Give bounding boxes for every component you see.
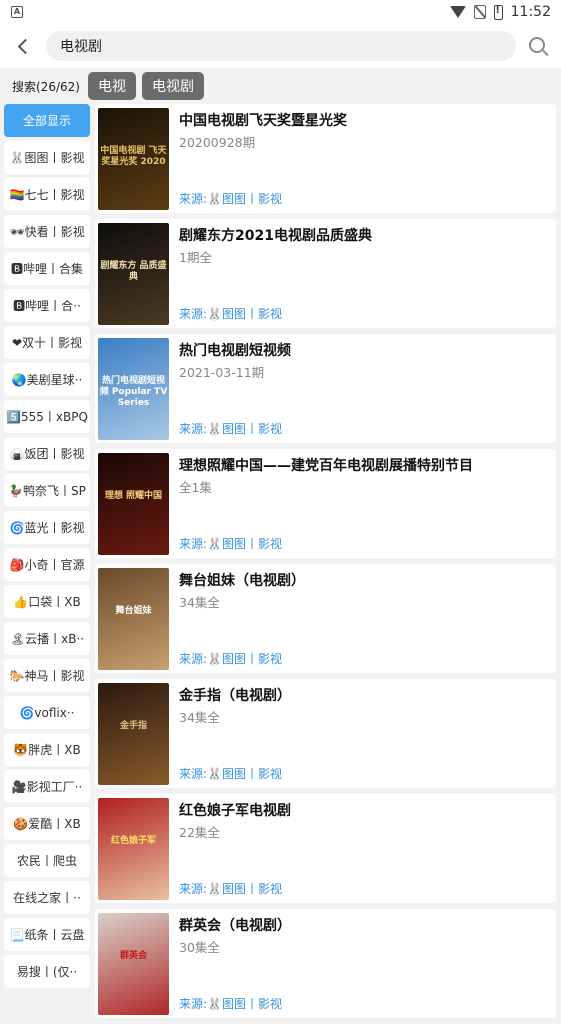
search-header (0, 24, 561, 68)
clock: 11:52 (510, 4, 551, 20)
search-button[interactable] (516, 24, 560, 68)
result-source: 来源:🐰图图丨影视 (179, 422, 282, 436)
sidebar-item-source[interactable]: 👍口袋丨XB (4, 585, 90, 618)
result-card[interactable]: 理想 照耀中国 理想照耀中国——建党百年电视剧展播特别节目 全1集 来源:🐰图图… (95, 449, 556, 558)
result-title: 金手指（电视剧） (179, 688, 291, 704)
no-sim-icon (473, 5, 486, 19)
result-title: 中国电视剧飞天奖暨星光奖 (179, 113, 347, 129)
search-icon (528, 36, 545, 53)
result-episodes: 22集全 (179, 825, 220, 840)
app-notification-icon: A (11, 6, 23, 18)
sidebar-item-source[interactable]: 🎒小奇丨官源 (4, 548, 90, 581)
status-bar: A 11:52 (0, 0, 561, 24)
poster-image: 理想 照耀中国 (98, 453, 169, 555)
keyword-chip[interactable]: 电视 (87, 72, 136, 100)
sidebar-item-show-all[interactable]: 全部显示 (4, 104, 90, 137)
poster-image: 中国电视剧 飞天奖星光奖 2020 (98, 108, 169, 210)
sidebar-item-source[interactable]: 🅱哔哩丨合集 (4, 252, 90, 285)
sidebar-item-source[interactable]: 🏝云播丨xB·· (4, 622, 90, 655)
sidebar-item-source[interactable]: 🐯胖虎丨XB (4, 733, 90, 766)
back-button[interactable] (0, 24, 46, 68)
keyword-chip[interactable]: 电视剧 (141, 72, 204, 100)
result-source: 来源:🐰图图丨影视 (179, 192, 282, 206)
result-episodes: 20200928期 (179, 135, 256, 150)
sidebar-item-source[interactable]: 📃纸条丨云盘 (4, 918, 90, 951)
sidebar-item-source[interactable]: 🐎神马丨影视 (4, 659, 90, 692)
poster-image: 群英会 (98, 913, 169, 1015)
result-card[interactable]: 群英会 群英会（电视剧） 30集全 来源:🐰图图丨影视 (95, 909, 556, 1018)
sidebar-item-source[interactable]: 🏳️‍🌈七七丨影视 (4, 178, 90, 211)
sidebar-item-source[interactable]: 🌀蓝光丨影视 (4, 511, 90, 544)
sidebar-item-source[interactable]: 农民丨爬虫 (4, 844, 90, 877)
result-title: 群英会（电视剧） (179, 918, 291, 934)
battery-alert-icon (493, 4, 503, 20)
sidebar-item-source[interactable]: 🐰图图丨影视 (4, 141, 90, 174)
result-source: 来源:🐰图图丨影视 (179, 882, 282, 896)
result-episodes: 1期全 (179, 250, 212, 265)
sidebar-item-source[interactable]: 🅱哔哩丨合·· (4, 289, 90, 322)
sidebar-item-source[interactable]: 🕶快看丨影视 (4, 215, 90, 248)
result-source: 来源:🐰图图丨影视 (179, 997, 282, 1011)
poster-image: 热门电视剧短视频 Popular TV Series (98, 338, 169, 440)
result-source: 来源:🐰图图丨影视 (179, 767, 282, 781)
result-title: 理想照耀中国——建党百年电视剧展播特别节目 (179, 458, 473, 474)
result-title: 舞台姐妹（电视剧） (179, 573, 305, 589)
sidebar-item-source[interactable]: 🎥影视工厂·· (4, 770, 90, 803)
poster-image: 红色娘子军 (98, 798, 169, 900)
result-source: 来源:🐰图图丨影视 (179, 537, 282, 551)
result-title: 热门电视剧短视频 (179, 343, 291, 359)
search-input[interactable] (46, 31, 516, 61)
result-episodes: 34集全 (179, 710, 220, 725)
result-card[interactable]: 中国电视剧 飞天奖星光奖 2020 中国电视剧飞天奖暨星光奖 20200928期… (95, 104, 556, 213)
source-sidebar: 全部显示 🐰图图丨影视 🏳️‍🌈七七丨影视 🕶快看丨影视 🅱哔哩丨合集 🅱哔哩丨… (4, 104, 90, 992)
result-card[interactable]: 红色娘子军 红色娘子军电视剧 22集全 来源:🐰图图丨影视 (95, 794, 556, 903)
result-card[interactable]: 热门电视剧短视频 Popular TV Series 热门电视剧短视频 2021… (95, 334, 556, 443)
search-count: 搜索(26/62) (12, 79, 80, 94)
result-episodes: 34集全 (179, 595, 220, 610)
sidebar-item-source[interactable]: 🌀voflix·· (4, 696, 90, 729)
result-episodes: 全1集 (179, 480, 212, 495)
sidebar-item-source[interactable]: 🍙饭团丨影视 (4, 437, 90, 470)
result-episodes: 30集全 (179, 940, 220, 955)
results-list: 中国电视剧 飞天奖星光奖 2020 中国电视剧飞天奖暨星光奖 20200928期… (95, 104, 556, 1024)
result-title: 红色娘子军电视剧 (179, 803, 291, 819)
poster-image: 剧耀东方 品质盛典 (98, 223, 169, 325)
result-card[interactable]: 舞台姐妹 舞台姐妹（电视剧） 34集全 来源:🐰图图丨影视 (95, 564, 556, 673)
sidebar-item-source[interactable]: 5️⃣555丨xBPQ (4, 400, 90, 433)
poster-image: 金手指 (98, 683, 169, 785)
sidebar-item-source[interactable]: 🍪爱酷丨XB (4, 807, 90, 840)
sidebar-item-source[interactable]: 在线之家丨·· (4, 881, 90, 914)
poster-image: 舞台姐妹 (98, 568, 169, 670)
result-source: 来源:🐰图图丨影视 (179, 307, 282, 321)
result-source: 来源:🐰图图丨影视 (179, 652, 282, 666)
sidebar-item-source[interactable]: ❤双十丨影视 (4, 326, 90, 359)
chevron-left-icon (17, 38, 33, 54)
filter-row: 搜索(26/62) 电视 电视剧 (0, 68, 561, 104)
sidebar-item-source[interactable]: 易搜丨(仅·· (4, 955, 90, 988)
wifi-icon (449, 6, 466, 18)
result-card[interactable]: 金手指 金手指（电视剧） 34集全 来源:🐰图图丨影视 (95, 679, 556, 788)
result-title: 剧耀东方2021电视剧品质盛典 (179, 228, 372, 244)
result-episodes: 2021-03-11期 (179, 365, 265, 380)
sidebar-item-source[interactable]: 🦆鸭奈飞丨SP (4, 474, 90, 507)
sidebar-item-source[interactable]: 🌏美剧星球·· (4, 363, 90, 396)
result-card[interactable]: 剧耀东方 品质盛典 剧耀东方2021电视剧品质盛典 1期全 来源:🐰图图丨影视 (95, 219, 556, 328)
